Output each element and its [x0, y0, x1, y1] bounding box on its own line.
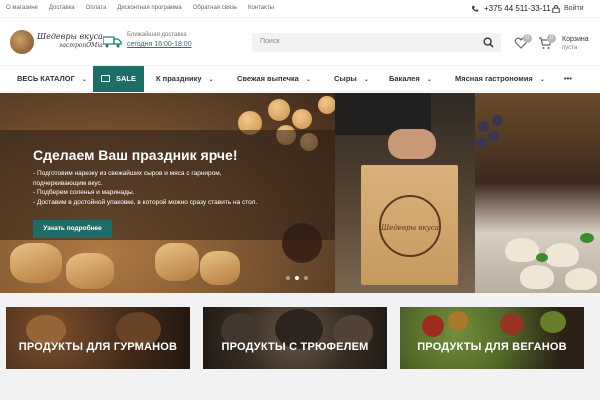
link-payment[interactable]: Оплата: [86, 5, 107, 11]
slider-dot-1[interactable]: [286, 276, 290, 280]
truck-icon: [103, 36, 122, 48]
herb-image: [580, 233, 594, 243]
favorites-count-badge: 0: [523, 34, 532, 43]
bread-image: [155, 243, 199, 281]
logo-subtitle: гастроnOMia: [59, 42, 103, 49]
chevron-down-icon: ⌄: [539, 77, 545, 83]
hero-line: - Подготовим нарезку из свежайших сыров …: [33, 170, 222, 177]
nav-catalog[interactable]: ВЕСЬ КАТАЛОГ ⌄: [17, 66, 87, 92]
nav-cheese-label: Сыры: [334, 74, 357, 83]
nav-grocery[interactable]: Бакалея ⌄: [389, 66, 432, 92]
paper-bag-image: Шедевры вкуса: [361, 165, 458, 285]
cart-status: пуста: [562, 45, 578, 51]
dumpling-image: [565, 268, 597, 290]
grape-image: [478, 121, 489, 132]
promo-section: ПРОДУКТЫ ДЛЯ ГУРМАНОВ ПРОДУКТЫ С ТРЮФЕЛЕ…: [0, 293, 600, 400]
nav-meat-label: Мясная гастрономия: [455, 74, 533, 83]
chevron-down-icon: ⌄: [208, 77, 214, 83]
chevron-down-icon: ⌄: [81, 77, 87, 83]
delivery-label: Ближайшая доставка: [127, 32, 187, 38]
nav-catalog-label: ВЕСЬ КАТАЛОГ: [17, 74, 75, 83]
login-button[interactable]: Войти: [552, 4, 584, 13]
promo-vegan[interactable]: ПРОДУКТЫ ДЛЯ ВЕГАНОВ: [400, 307, 584, 369]
bread-image: [66, 253, 114, 289]
hero-banner: Шедевры вкуса Сделаем Ваш праздник ярче!…: [0, 93, 600, 293]
hero-title: Сделаем Ваш праздник ярче!: [33, 147, 238, 163]
dumpling-image: [520, 265, 554, 289]
nav-more[interactable]: •••: [564, 66, 572, 92]
dumpling-image: [545, 243, 579, 267]
top-bar: О магазине Доставка Оплата Дисконтная пр…: [0, 0, 600, 18]
promo-shade: [203, 307, 387, 369]
dumpling-image: [505, 238, 539, 262]
herb-image: [536, 253, 548, 262]
courier-hand-image: [388, 129, 436, 159]
chevron-down-icon: ⌄: [305, 77, 311, 83]
phone[interactable]: +375 44 511-33-11: [471, 4, 551, 13]
promo-vegan-label: ПРОДУКТЫ ДЛЯ ВЕГАНОВ: [417, 341, 567, 353]
slider-dot-2[interactable]: [295, 276, 299, 280]
lock-icon: [552, 4, 560, 13]
nav-cheese[interactable]: Сыры ⌄: [334, 66, 369, 92]
learn-more-button[interactable]: Узнать подробнее: [33, 220, 112, 238]
cart-count-badge: 0: [547, 34, 556, 43]
nav-bakery-label: Свежая выпечка: [237, 74, 299, 83]
cart-label: Корзина: [562, 36, 589, 43]
hero-line: - Подберем соленья и маринады.: [33, 189, 135, 196]
search-icon[interactable]: [483, 37, 494, 48]
cracker-image: [318, 96, 336, 114]
promo-gourmet[interactable]: ПРОДУКТЫ ДЛЯ ГУРМАНОВ: [6, 307, 190, 369]
header: Шедевры вкуса гастроnOMia Ближайшая дост…: [0, 18, 600, 65]
cart-summary[interactable]: Корзина пуста: [562, 35, 589, 53]
phone-number: +375 44 511-33-11: [484, 4, 551, 13]
hero-line: подчеркивающим вкус.: [33, 179, 103, 187]
nav-grocery-label: Бакалея: [389, 74, 420, 83]
top-links: О магазине Доставка Оплата Дисконтная пр…: [6, 5, 274, 11]
slider-dot-3[interactable]: [304, 276, 308, 280]
logo-title: Шедевры вкуса: [37, 32, 103, 41]
search-placeholder: Поиск: [260, 38, 280, 45]
grape-image: [488, 131, 499, 142]
hero-line: - Доставим в достойной упаковке, в котор…: [33, 198, 258, 206]
nav-sale-label: SALE: [115, 74, 136, 83]
chevron-down-icon: ⌄: [426, 77, 432, 83]
bag-stamp: Шедевры вкуса: [379, 195, 441, 257]
bread-image: [200, 251, 240, 285]
login-label: Войти: [564, 5, 584, 12]
nav-holiday-label: К празднику: [156, 74, 202, 83]
cracker-image: [268, 99, 290, 121]
nav-holiday[interactable]: К празднику ⌄: [156, 66, 214, 92]
grape-image: [476, 137, 487, 148]
bread-image: [10, 243, 62, 283]
link-discount[interactable]: Дисконтная программа: [117, 5, 181, 11]
cracker-image: [292, 109, 312, 129]
link-feedback[interactable]: Обратная связь: [193, 5, 237, 11]
hero-description: - Подготовим нарезку из свежайших сыров …: [33, 169, 323, 207]
nav-bakery[interactable]: Свежая выпечка ⌄: [237, 66, 311, 92]
nav-sale[interactable]: SALE: [93, 66, 144, 92]
link-contacts[interactable]: Контакты: [248, 5, 274, 11]
delivery-time-link[interactable]: сегодня 16:00-18:00: [127, 41, 192, 48]
logo-icon[interactable]: [10, 30, 34, 54]
logo[interactable]: Шедевры вкуса гастроnOMia: [37, 32, 103, 50]
promo-truffle-label: ПРОДУКТЫ С ТРЮФЕЛЕМ: [221, 341, 369, 353]
link-delivery[interactable]: Доставка: [49, 5, 75, 11]
promo-shade: [6, 307, 190, 369]
chevron-down-icon: ⌄: [363, 77, 369, 83]
main-nav: ВЕСЬ КАТАЛОГ ⌄ SALE К празднику ⌄ Свежая в…: [0, 65, 600, 92]
link-about[interactable]: О магазине: [6, 5, 38, 11]
nav-meat[interactable]: Мясная гастрономия ⌄: [455, 66, 545, 92]
promo-gourmet-label: ПРОДУКТЫ ДЛЯ ГУРМАНОВ: [18, 341, 178, 353]
sale-tag-icon: [100, 75, 110, 82]
search-input[interactable]: Поиск: [252, 33, 501, 52]
slider-dots: [286, 276, 308, 280]
promo-shade: [400, 307, 584, 369]
promo-truffle[interactable]: ПРОДУКТЫ С ТРЮФЕЛЕМ: [203, 307, 387, 369]
phone-icon: [472, 5, 479, 12]
grape-image: [492, 115, 503, 126]
